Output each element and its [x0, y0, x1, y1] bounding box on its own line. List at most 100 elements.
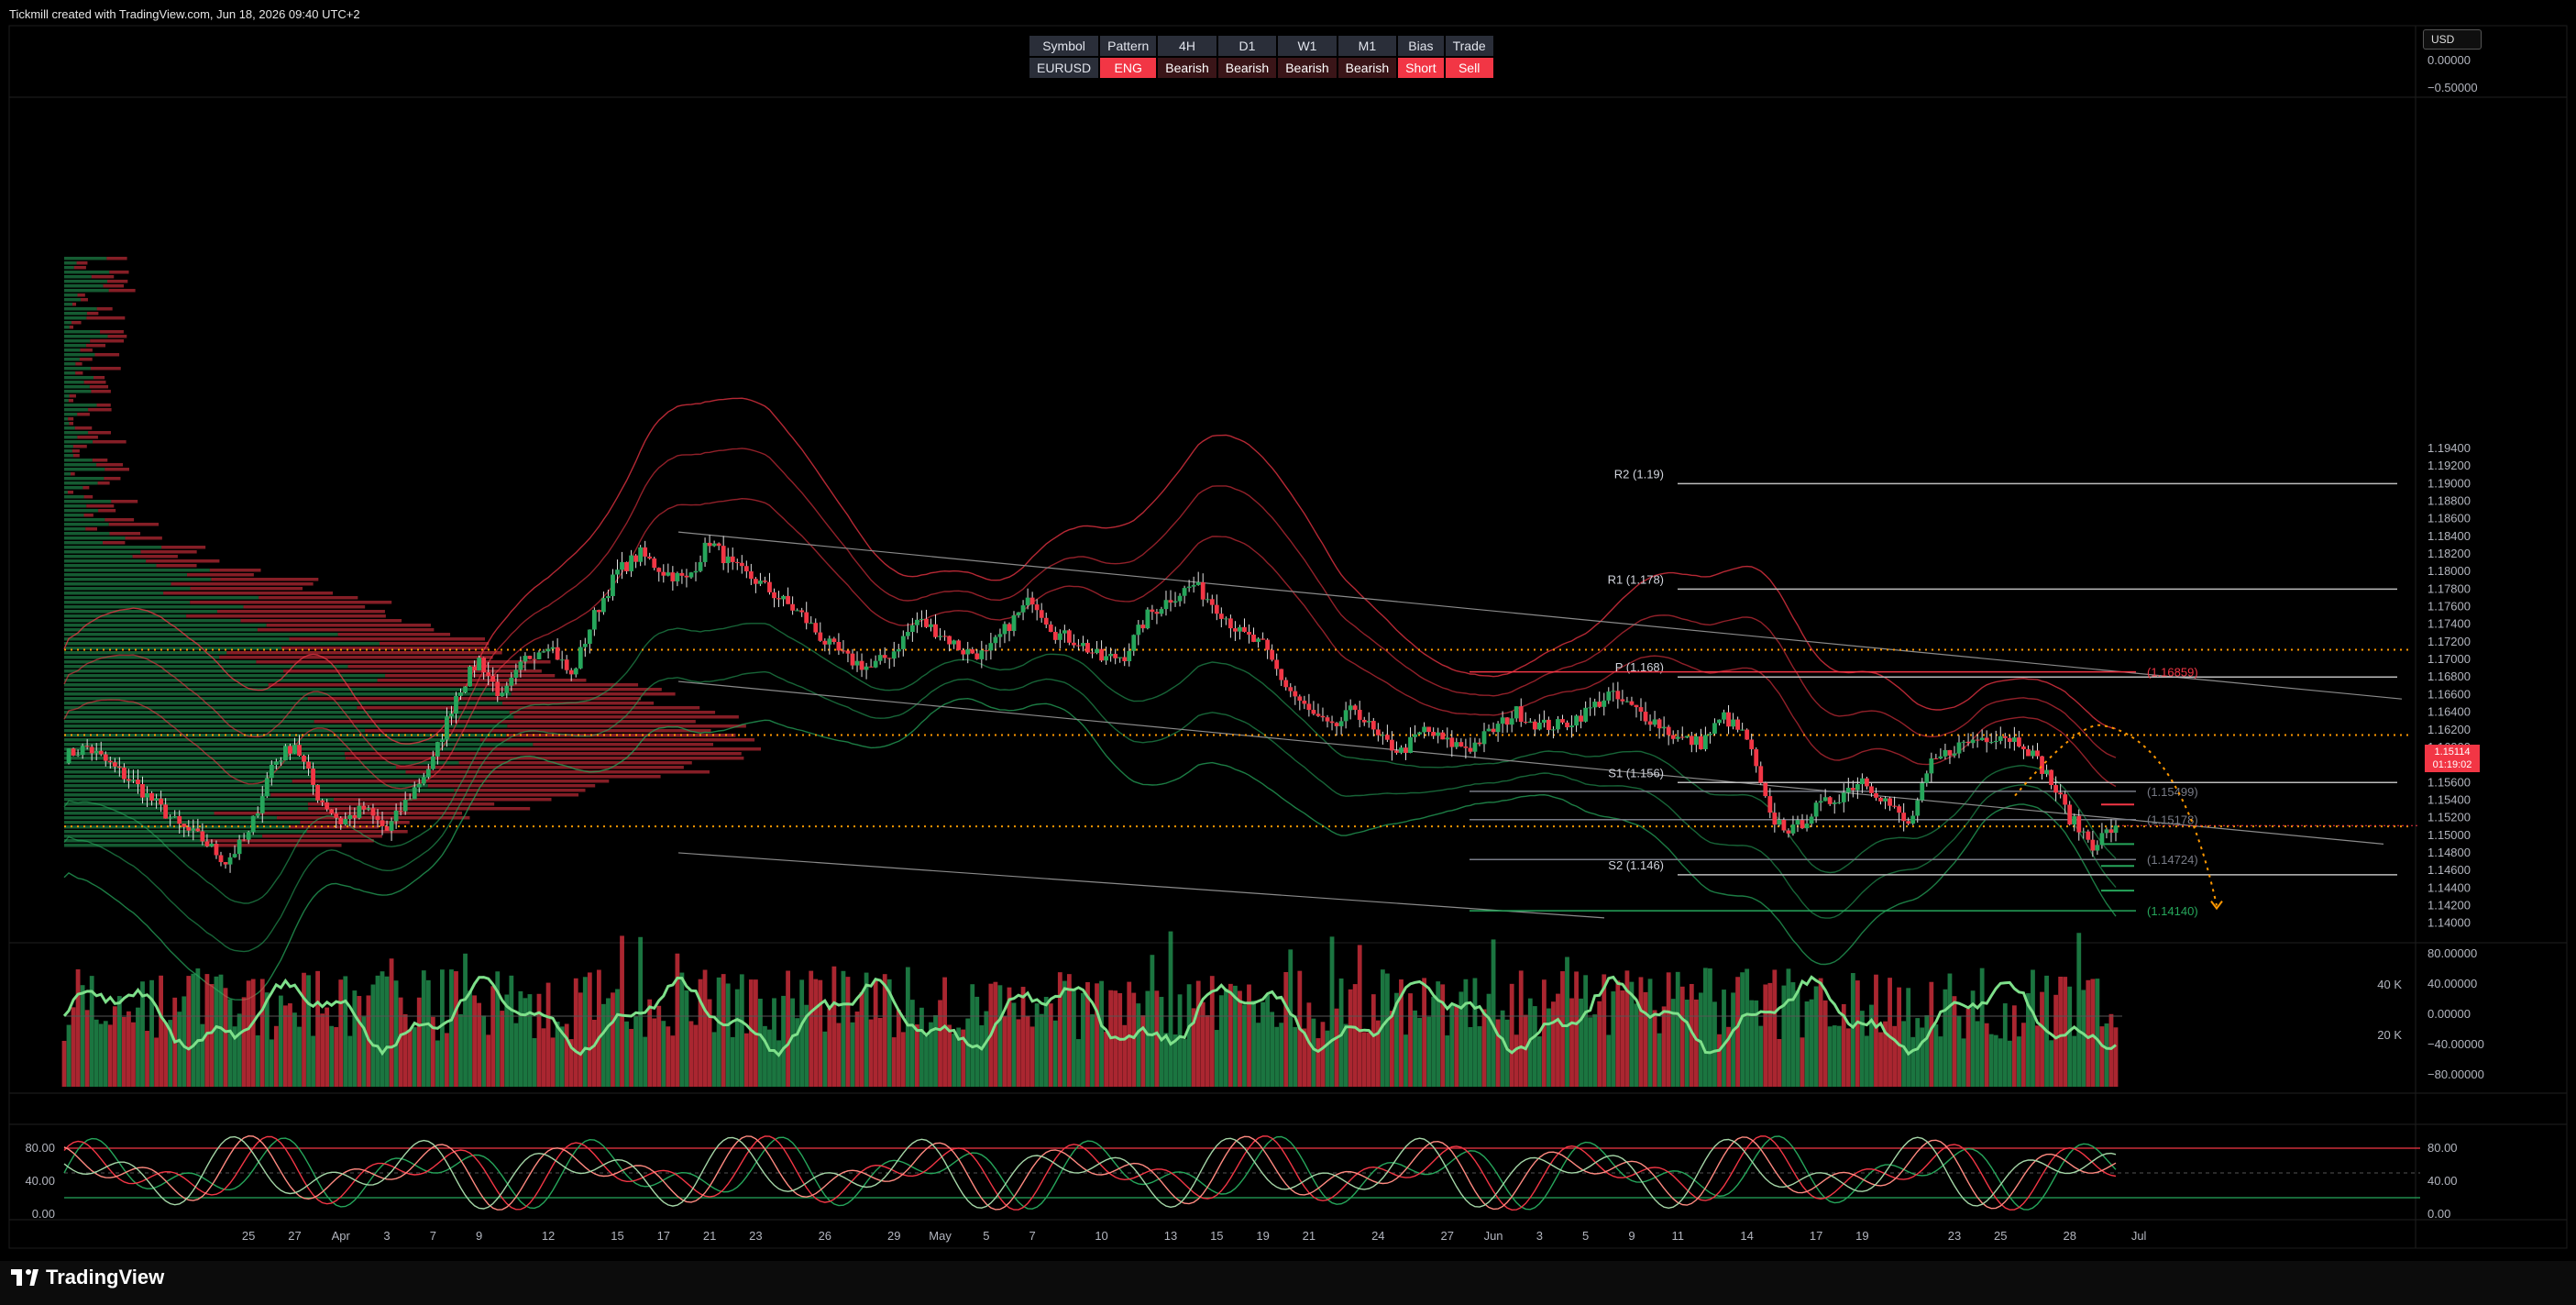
profile-sell-bar	[75, 371, 83, 375]
profile-sell-bar	[314, 720, 696, 724]
candle-body	[670, 572, 676, 581]
candle-body	[1195, 581, 1201, 585]
volume-bar	[458, 1013, 463, 1087]
tradingview-logo[interactable]: TradingView	[11, 1266, 164, 1289]
volume-bar	[1850, 973, 1855, 1087]
time-tick-label: 12	[542, 1229, 555, 1243]
volume-bar	[121, 1016, 127, 1087]
profile-sell-bar	[68, 399, 73, 403]
volume-bar	[809, 970, 814, 1087]
pivot-level-label: S1 (1.156)	[1608, 766, 1664, 780]
volume-bar	[1200, 1001, 1205, 1087]
profile-buy-bar	[64, 284, 104, 288]
candle-body	[1186, 586, 1192, 589]
profile-buy-bar	[64, 830, 307, 834]
candle-body	[1491, 728, 1496, 733]
time-tick-label: 5	[1582, 1229, 1589, 1243]
candle-body	[1113, 653, 1118, 658]
volume-bar	[1081, 992, 1085, 1087]
volume-bar	[1256, 1023, 1260, 1087]
candle-body	[1108, 653, 1114, 657]
candle-body	[107, 760, 113, 763]
candle-body	[1652, 719, 1657, 725]
volume-bar	[481, 1015, 487, 1087]
candle-body	[1933, 758, 1939, 760]
candle-body	[1841, 792, 1846, 802]
volume-bar	[915, 1024, 919, 1087]
candle-body	[1057, 633, 1062, 640]
candle-body	[698, 561, 703, 571]
price-tick-label: 1.18800	[2427, 494, 2471, 508]
volume-bar	[1090, 1014, 1095, 1087]
time-tick-label: 26	[819, 1229, 831, 1243]
candle-body	[486, 672, 491, 676]
profile-sell-bar	[86, 344, 105, 348]
volume-tick-label: −40.00000	[2427, 1037, 2484, 1051]
volume-bar	[1242, 1004, 1247, 1087]
volume-bar	[370, 984, 376, 1087]
volume-bar	[1052, 1020, 1058, 1087]
candle-body	[468, 666, 472, 687]
candle-body	[545, 648, 551, 652]
candle-body	[1085, 643, 1090, 653]
volume-bar	[984, 1011, 989, 1087]
time-tick-label: Jul	[2131, 1229, 2147, 1243]
candle-body	[1500, 717, 1505, 724]
volume-bar	[786, 970, 790, 1087]
time-tick-label: 13	[1164, 1229, 1177, 1243]
candle-body	[1722, 712, 1726, 720]
volume-bar	[1039, 1013, 1044, 1087]
volume-bar	[302, 972, 306, 1087]
profile-sell-bar	[88, 408, 112, 412]
volume-bar	[859, 991, 864, 1087]
volume-bar	[1214, 1030, 1219, 1087]
volume-bar	[1657, 1033, 1662, 1087]
profile-buy-bar	[64, 477, 105, 481]
volume-bar	[1384, 973, 1390, 1087]
profile-sell-bar	[83, 486, 90, 490]
current-price: 1.15114	[2434, 747, 2471, 758]
candle-body	[1910, 815, 1916, 824]
td-d1: Bearish	[1217, 58, 1277, 78]
candle-body	[845, 650, 851, 654]
volume-bar	[112, 1006, 117, 1087]
volume-bar	[615, 989, 620, 1087]
volume-bar	[338, 979, 344, 1087]
profile-sell-bar	[259, 596, 358, 600]
candle-body	[439, 739, 445, 743]
volume-bar	[1099, 980, 1104, 1087]
candle-body	[1320, 715, 1326, 718]
volume-bar	[1486, 993, 1492, 1087]
candle-body	[1048, 625, 1053, 633]
time-tick-label: 23	[749, 1229, 762, 1243]
volume-bar	[1897, 987, 1902, 1087]
candle-body	[177, 815, 182, 824]
candle-body	[1495, 724, 1501, 733]
candle-body	[1029, 597, 1035, 605]
volume-bar	[578, 992, 583, 1087]
candle-body	[241, 839, 247, 841]
candle-body	[1302, 701, 1307, 704]
volume-bar	[1104, 1032, 1109, 1087]
candle-body	[412, 787, 417, 800]
candle-body	[684, 575, 689, 578]
currency-button[interactable]: USD	[2423, 29, 2482, 50]
candle-body	[2072, 815, 2077, 825]
volume-bar	[1745, 968, 1750, 1087]
candle-body	[652, 558, 657, 569]
candle-body	[1099, 648, 1104, 661]
volume-bar	[1361, 1032, 1367, 1087]
profile-buy-bar	[64, 601, 191, 604]
price-chart[interactable]: R2 (1.19)R1 (1.178)P (1.168)S1 (1.156)S2…	[0, 0, 2576, 1261]
volume-bar	[772, 998, 776, 1087]
profile-sell-bar	[94, 353, 120, 357]
candle-body	[1661, 726, 1667, 729]
candle-body	[1883, 798, 1888, 802]
volume-axis-label: 40 K	[2377, 978, 2402, 991]
candle-body	[1579, 715, 1584, 722]
volume-bar	[1804, 1001, 1810, 1087]
candle-body	[278, 760, 283, 762]
volume-bar	[970, 984, 975, 1087]
volume-bar	[652, 1018, 657, 1087]
profile-buy-bar	[64, 486, 83, 490]
